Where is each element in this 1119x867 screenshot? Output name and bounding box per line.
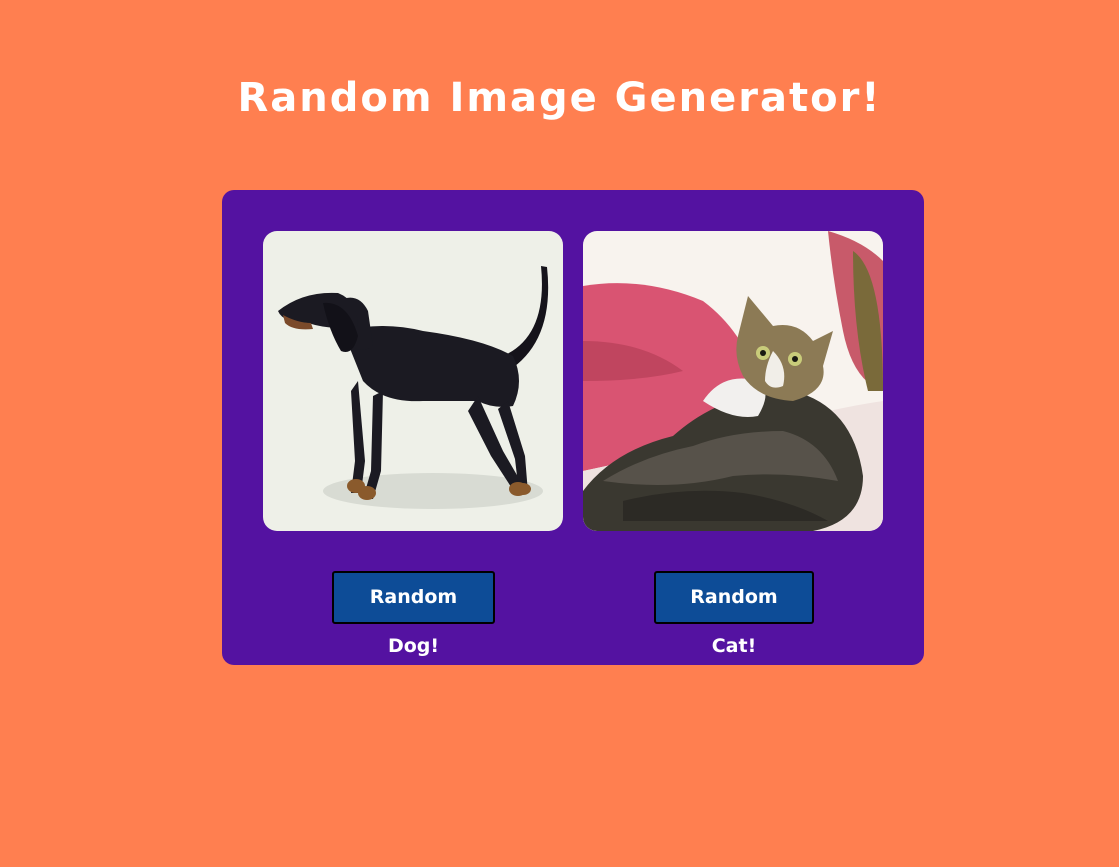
page-background: { "title": "Random Image Generator!", "c… (0, 0, 1119, 867)
random-cat-button[interactable]: Random Cat! (654, 571, 814, 657)
dog-image (263, 231, 563, 531)
page-title: Random Image Generator! (237, 75, 882, 121)
random-dog-button[interactable]: Random Dog! (332, 571, 495, 657)
image-card: Random Dog! Random Cat! (222, 190, 924, 665)
cat-image (583, 231, 883, 531)
